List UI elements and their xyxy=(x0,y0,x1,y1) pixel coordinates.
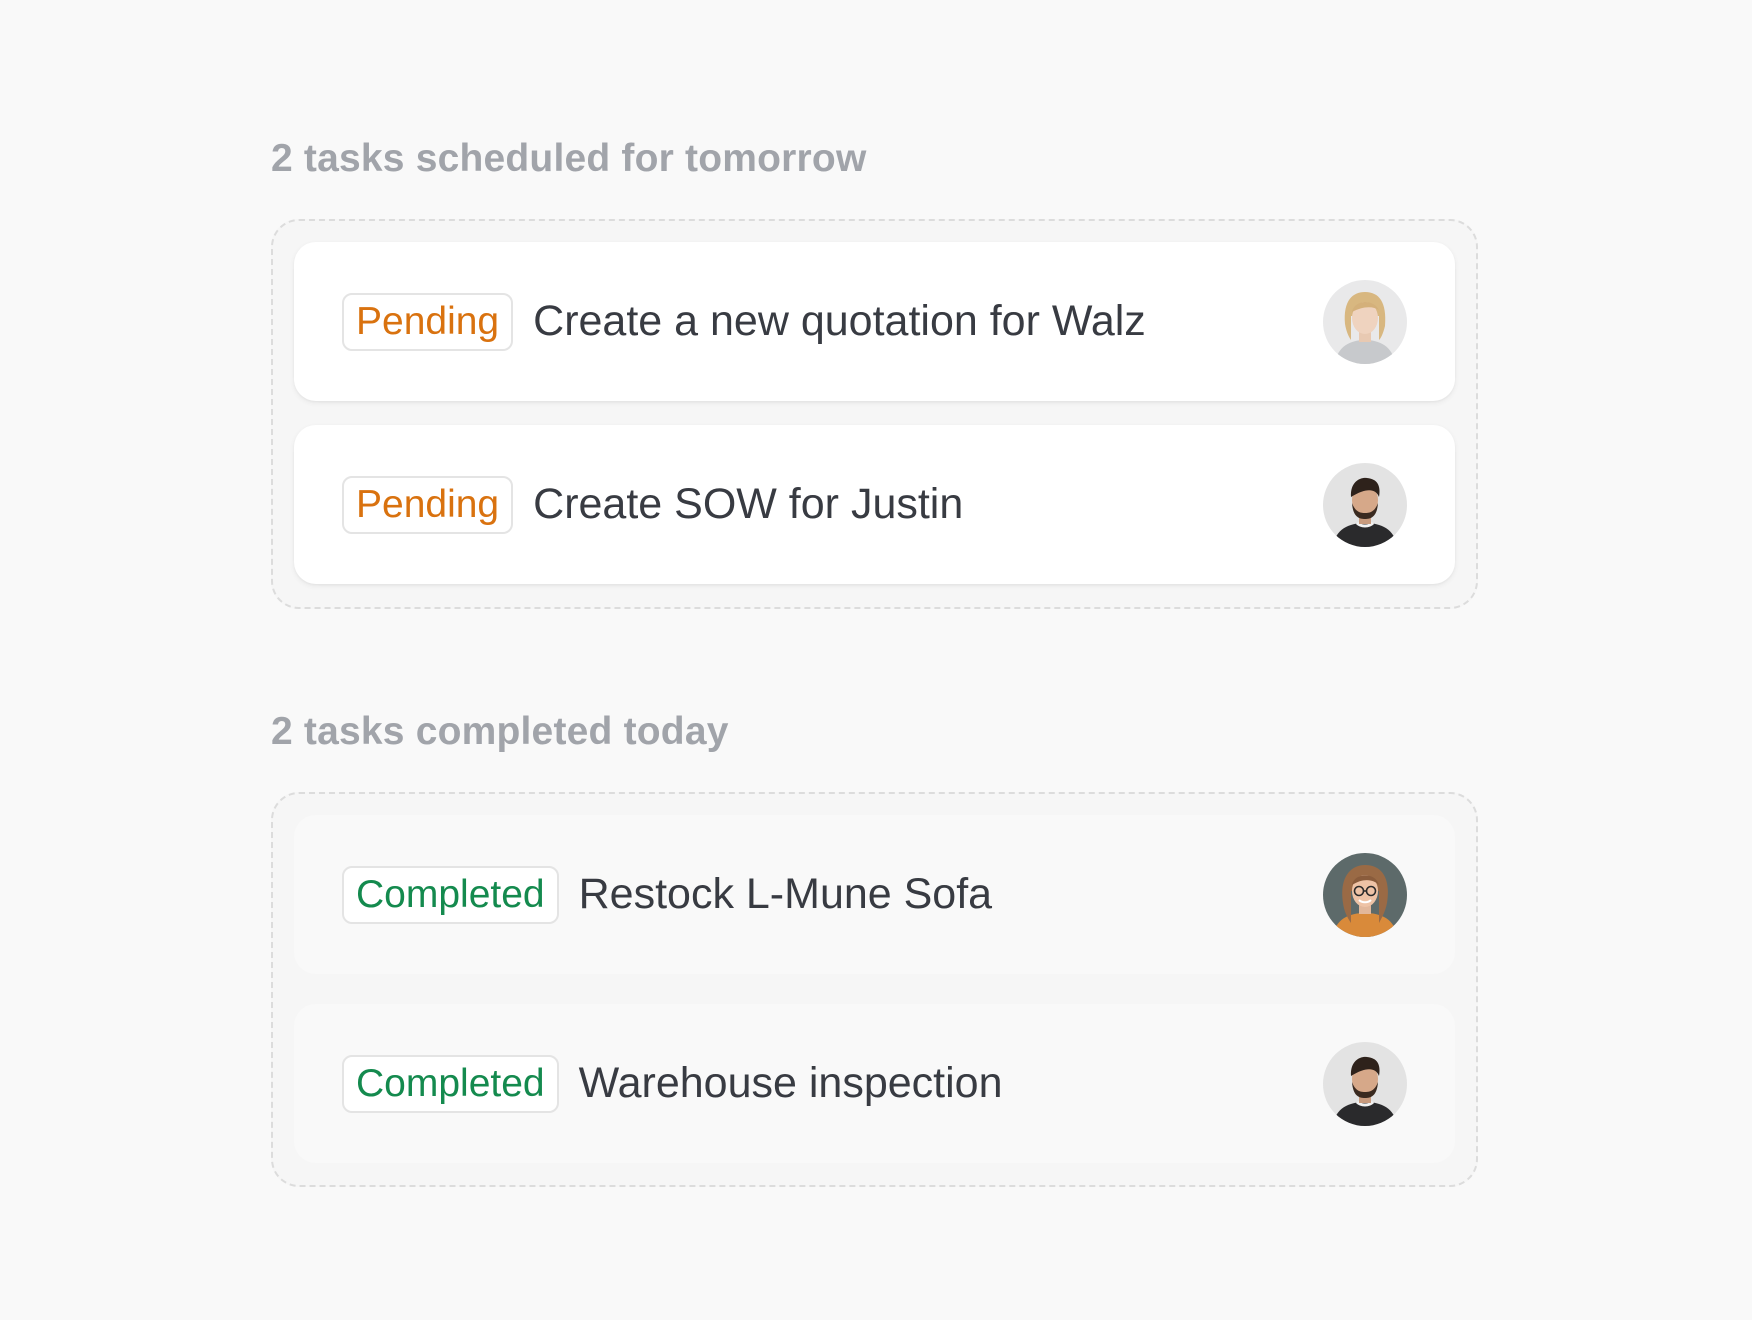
task-title: Create SOW for Justin xyxy=(533,480,964,528)
assignee-avatar xyxy=(1323,462,1407,547)
status-badge: Pending xyxy=(342,475,514,534)
status-badge: Completed xyxy=(342,1054,559,1113)
scheduled-tasks-group: Pending Create a new quotation for Walz … xyxy=(271,219,1478,609)
assignee-avatar xyxy=(1323,852,1407,937)
status-badge: Completed xyxy=(342,865,559,924)
task-card[interactable]: Pending Create a new quotation for Walz xyxy=(294,242,1455,401)
task-card[interactable]: Completed Restock L-Mune Sofa xyxy=(294,815,1455,974)
task-card[interactable]: Pending Create SOW for Justin xyxy=(294,425,1455,584)
assignee-avatar xyxy=(1323,279,1407,364)
section-title-completed: 2 tasks completed today xyxy=(271,710,729,753)
completed-tasks-group: Completed Restock L-Mune Sofa Completed … xyxy=(271,792,1478,1187)
section-title-scheduled: 2 tasks scheduled for tomorrow xyxy=(271,137,867,180)
assignee-avatar xyxy=(1323,1041,1407,1126)
status-badge: Pending xyxy=(342,292,514,351)
task-title: Restock L-Mune Sofa xyxy=(578,870,993,918)
task-title: Create a new quotation for Walz xyxy=(533,297,1146,345)
task-title: Warehouse inspection xyxy=(578,1059,1003,1107)
task-card[interactable]: Completed Warehouse inspection xyxy=(294,1004,1455,1163)
